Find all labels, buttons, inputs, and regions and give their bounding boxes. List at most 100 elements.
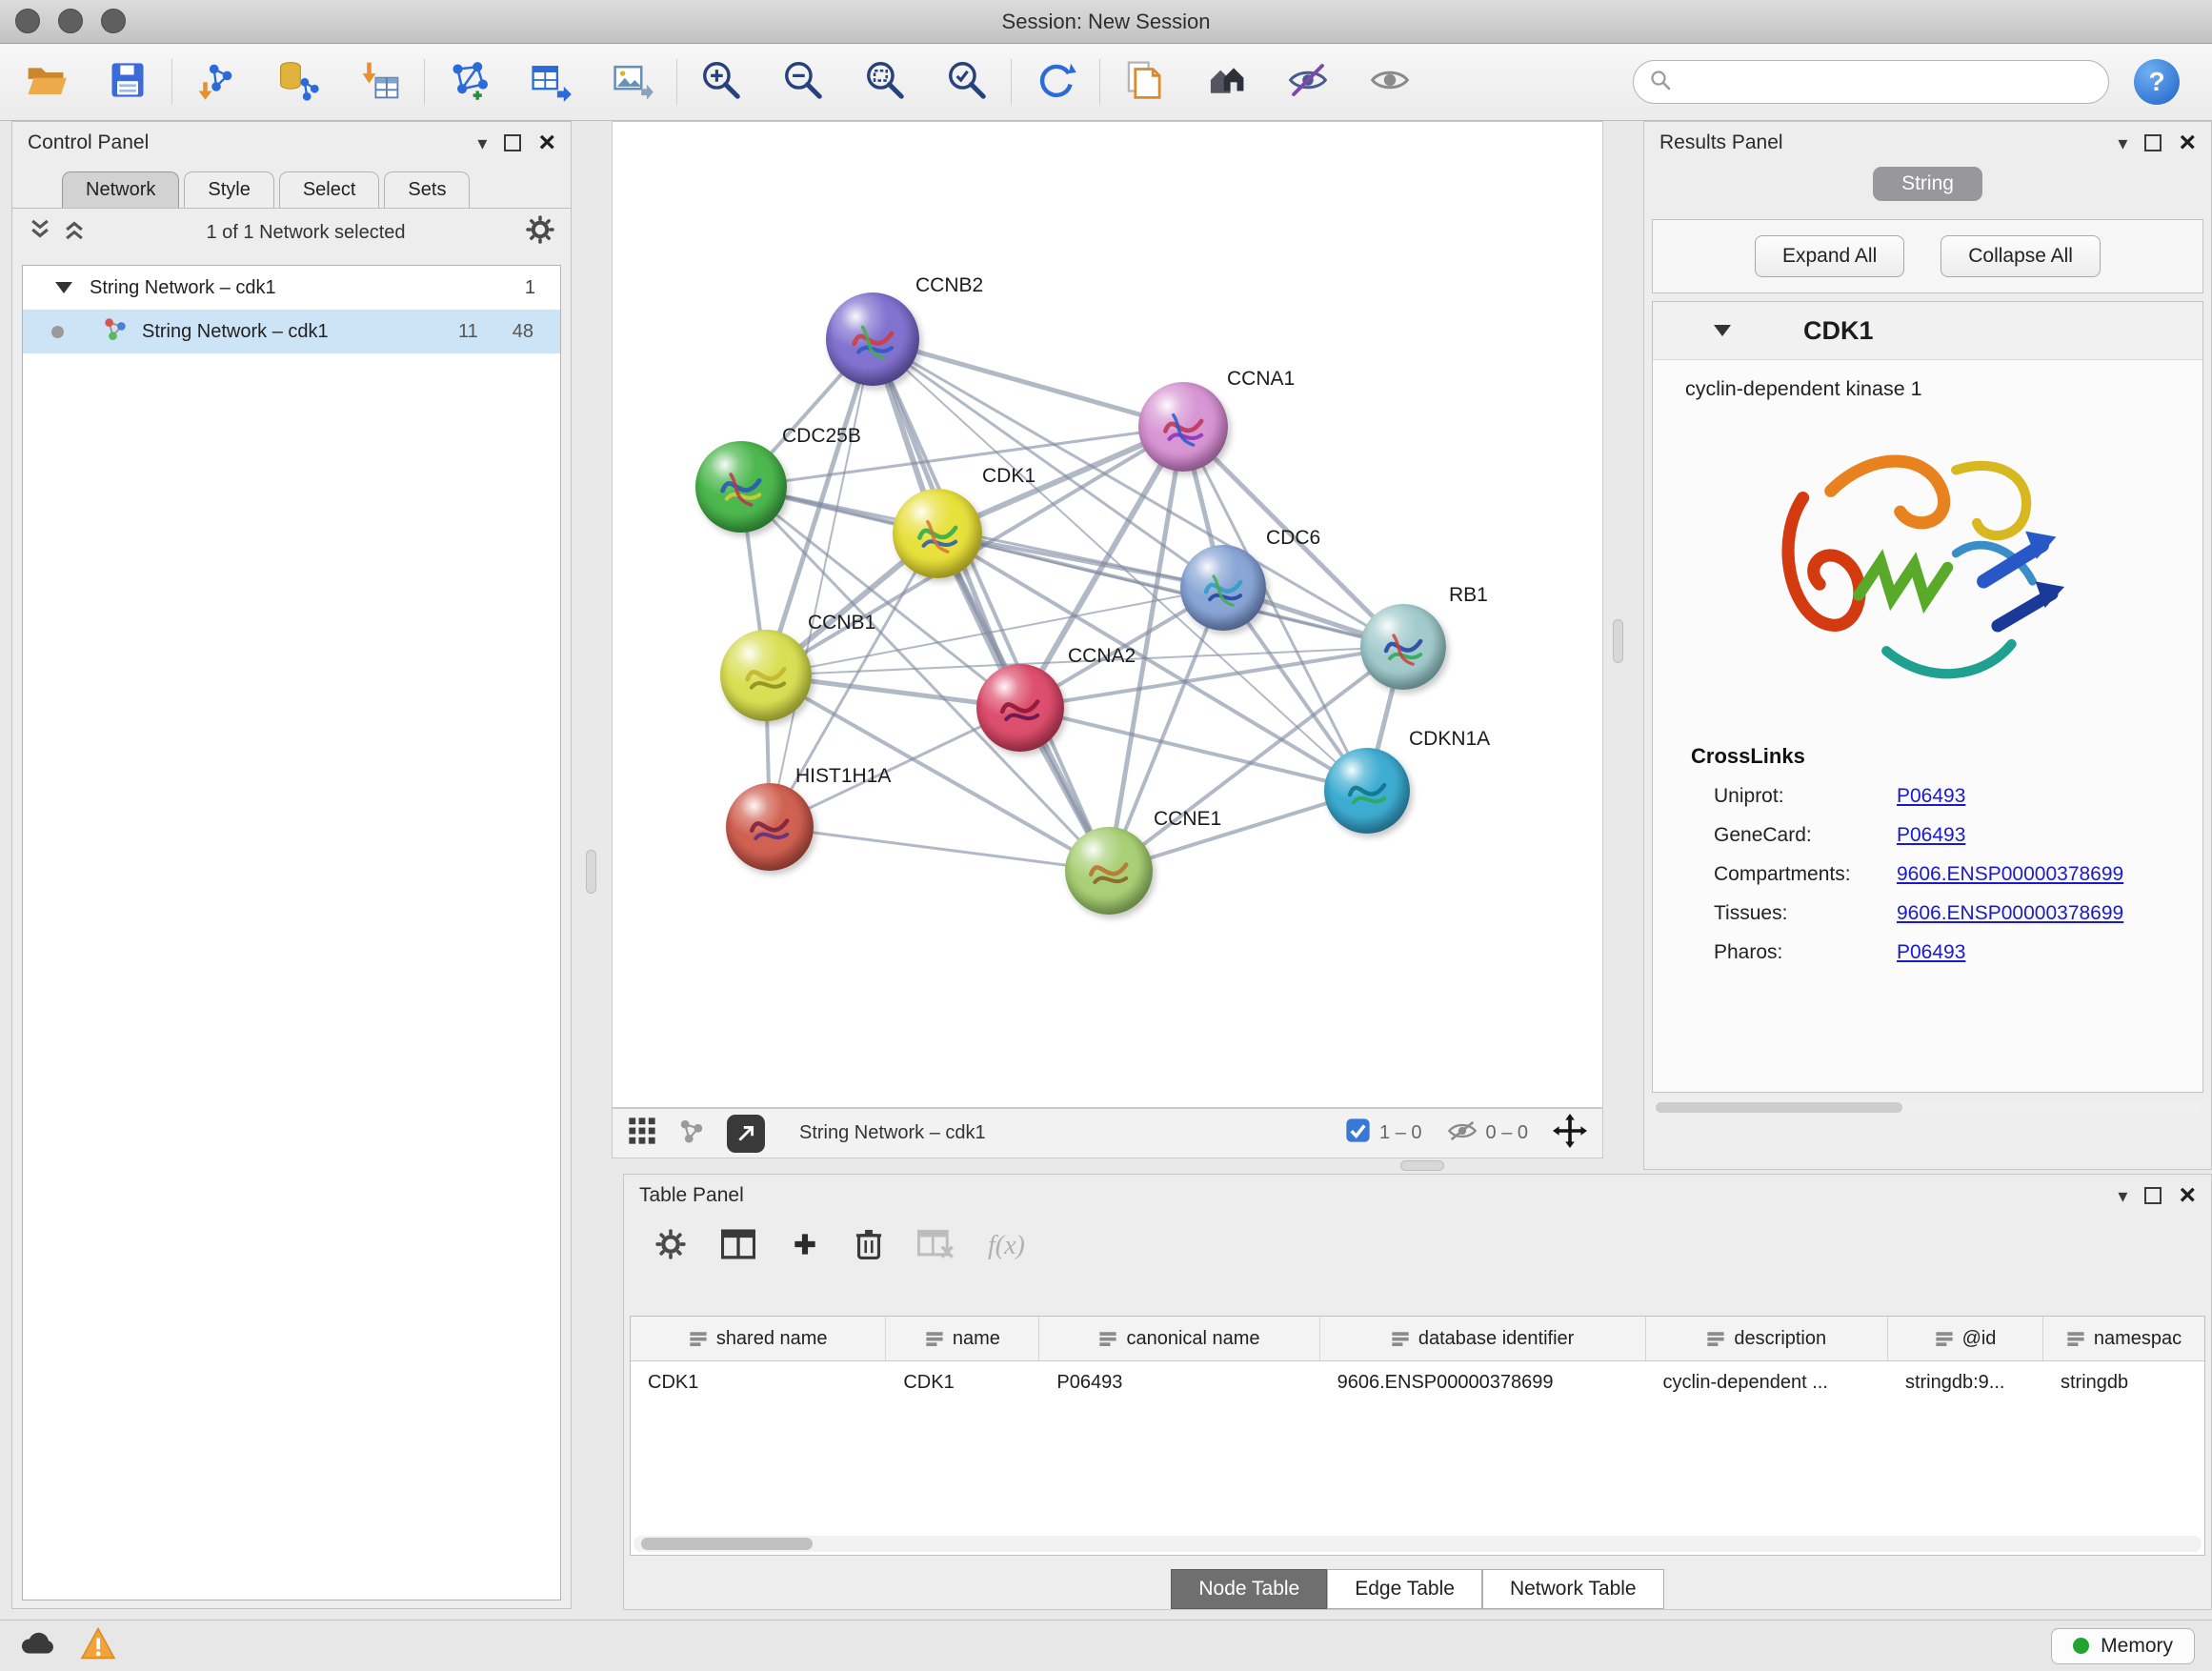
node-CDC25B[interactable] bbox=[695, 441, 787, 533]
column-header-name[interactable]: name bbox=[886, 1317, 1039, 1360]
panel-close-icon[interactable]: × bbox=[2179, 131, 2196, 154]
function-builder-icon[interactable]: f(x) bbox=[988, 1231, 1025, 1261]
hidden-eye-icon[interactable] bbox=[1447, 1119, 1478, 1148]
column-header-namespace[interactable]: namespac bbox=[2043, 1317, 2204, 1360]
birdseye-view-icon[interactable] bbox=[677, 1117, 706, 1151]
string-tab[interactable]: String bbox=[1873, 167, 1982, 201]
first-neighbors-button[interactable] bbox=[1199, 55, 1253, 109]
tab-network[interactable]: Network bbox=[62, 171, 179, 208]
protein-card-header[interactable]: CDK1 bbox=[1653, 302, 2202, 360]
import-network-database-button[interactable] bbox=[271, 55, 325, 109]
show-columns-icon[interactable] bbox=[721, 1228, 755, 1265]
left-splitter-handle[interactable] bbox=[586, 850, 596, 894]
panel-menu-icon[interactable]: ▾ bbox=[477, 131, 487, 155]
node-CCNB2[interactable] bbox=[826, 292, 919, 386]
network-canvas[interactable]: CCNB2CCNA1CDC25BCDK1CDC6RB1CCNB1CCNA2CDK… bbox=[612, 121, 1603, 1108]
cell-database-identifier[interactable]: 9606.ENSP00000378699 bbox=[1320, 1361, 1646, 1403]
crosslink-link[interactable]: P06493 bbox=[1897, 824, 1965, 847]
cell-id[interactable]: stringdb:9... bbox=[1888, 1361, 2043, 1403]
help-button[interactable]: ? bbox=[2134, 59, 2180, 105]
card-expander-icon[interactable] bbox=[1714, 325, 1731, 336]
network-row[interactable]: String Network – cdk1 11 48 bbox=[23, 310, 560, 353]
crosslink-link[interactable]: 9606.ENSP00000378699 bbox=[1897, 863, 2123, 886]
right-splitter-handle[interactable] bbox=[1613, 619, 1623, 663]
node-RB1[interactable] bbox=[1360, 604, 1446, 690]
node-CCNA2[interactable] bbox=[976, 664, 1064, 752]
network-collection-row[interactable]: String Network – cdk1 1 bbox=[23, 266, 560, 310]
table-horizontal-scrollbar[interactable] bbox=[633, 1536, 2202, 1552]
column-header-database-identifier[interactable]: database identifier bbox=[1320, 1317, 1646, 1360]
cell-description[interactable]: cyclin-dependent ... bbox=[1645, 1361, 1887, 1403]
new-network-button[interactable] bbox=[442, 55, 495, 109]
add-column-icon[interactable] bbox=[790, 1229, 820, 1264]
panel-float-icon[interactable] bbox=[2144, 1187, 2162, 1204]
cell-canonical-name[interactable]: P06493 bbox=[1039, 1361, 1319, 1403]
node-CDK1[interactable] bbox=[893, 489, 982, 578]
warning-icon[interactable] bbox=[80, 1627, 116, 1664]
open-session-button[interactable] bbox=[19, 55, 72, 109]
node-CCNA1[interactable] bbox=[1138, 382, 1228, 472]
zoom-in-button[interactable] bbox=[694, 55, 748, 109]
import-table-button[interactable] bbox=[353, 55, 407, 109]
table-options-gear-icon[interactable] bbox=[654, 1228, 687, 1265]
show-all-button[interactable] bbox=[1363, 55, 1417, 109]
expand-all-button[interactable]: Expand All bbox=[1755, 235, 1904, 277]
delete-table-icon[interactable] bbox=[917, 1228, 954, 1265]
crosslink-link[interactable]: 9606.ENSP00000378699 bbox=[1897, 902, 2123, 925]
network-from-table-button[interactable] bbox=[524, 55, 577, 109]
column-header-canonical-name[interactable]: canonical name bbox=[1039, 1317, 1319, 1360]
zoom-out-button[interactable] bbox=[776, 55, 830, 109]
memory-button[interactable]: Memory bbox=[2051, 1628, 2195, 1664]
node-HIST1H1A[interactable] bbox=[726, 783, 814, 871]
panel-float-icon[interactable] bbox=[504, 134, 521, 151]
tab-sets[interactable]: Sets bbox=[384, 171, 470, 208]
results-scrollbar-thumb[interactable] bbox=[1656, 1102, 1902, 1113]
grid-view-icon[interactable] bbox=[628, 1117, 656, 1151]
expand-all-icon[interactable] bbox=[62, 217, 87, 248]
tab-select[interactable]: Select bbox=[279, 171, 380, 208]
delete-column-icon[interactable] bbox=[855, 1228, 883, 1265]
node-CCNB1[interactable] bbox=[720, 630, 812, 721]
import-network-file-button[interactable] bbox=[190, 55, 243, 109]
table-scrollbar-thumb[interactable] bbox=[641, 1538, 813, 1550]
cell-name[interactable]: CDK1 bbox=[886, 1361, 1039, 1403]
pan-crosshair-icon[interactable] bbox=[1553, 1114, 1587, 1154]
table-row[interactable]: CDK1 CDK1 P06493 9606.ENSP00000378699 cy… bbox=[631, 1361, 2204, 1403]
zoom-selected-button[interactable] bbox=[940, 55, 994, 109]
column-header-description[interactable]: description bbox=[1646, 1317, 1888, 1360]
tab-node-table[interactable]: Node Table bbox=[1171, 1569, 1327, 1609]
collection-expander-icon[interactable] bbox=[55, 282, 72, 293]
node-CDKN1A[interactable] bbox=[1324, 748, 1410, 834]
crosslink-link[interactable]: P06493 bbox=[1897, 785, 1965, 808]
refresh-view-button[interactable] bbox=[1029, 55, 1082, 109]
save-session-button[interactable] bbox=[101, 55, 154, 109]
node-CCNE1[interactable] bbox=[1065, 827, 1153, 915]
copy-button[interactable] bbox=[1117, 55, 1171, 109]
tab-style[interactable]: Style bbox=[184, 171, 273, 208]
panel-close-icon[interactable]: × bbox=[538, 131, 555, 154]
search-field[interactable] bbox=[1633, 60, 2109, 104]
hide-selection-button[interactable] bbox=[1281, 55, 1335, 109]
cloud-icon[interactable] bbox=[17, 1628, 57, 1663]
horizontal-splitter-handle[interactable] bbox=[1400, 1160, 1444, 1171]
collapse-all-button[interactable]: Collapse All bbox=[1941, 235, 2101, 277]
column-header-id[interactable]: @id bbox=[1888, 1317, 2043, 1360]
tab-network-table[interactable]: Network Table bbox=[1482, 1569, 1664, 1609]
tab-edge-table[interactable]: Edge Table bbox=[1327, 1569, 1482, 1609]
panel-menu-icon[interactable]: ▾ bbox=[2118, 131, 2127, 155]
cell-namespace[interactable]: stringdb bbox=[2043, 1361, 2204, 1403]
results-scrollbar[interactable] bbox=[1654, 1101, 2202, 1114]
crosslink-link[interactable]: P06493 bbox=[1897, 941, 1965, 964]
open-in-new-window-button[interactable] bbox=[727, 1115, 765, 1153]
export-image-button[interactable] bbox=[606, 55, 659, 109]
checkbox-icon[interactable] bbox=[1345, 1117, 1371, 1149]
panel-menu-icon[interactable]: ▾ bbox=[2118, 1184, 2127, 1208]
panel-float-icon[interactable] bbox=[2144, 134, 2162, 151]
collapse-all-icon[interactable] bbox=[28, 217, 52, 248]
network-options-gear-icon[interactable] bbox=[525, 214, 555, 251]
cell-shared-name[interactable]: CDK1 bbox=[631, 1361, 886, 1403]
zoom-fit-button[interactable] bbox=[858, 55, 912, 109]
node-CDC6[interactable] bbox=[1180, 545, 1266, 631]
panel-close-icon[interactable]: × bbox=[2179, 1184, 2196, 1207]
column-header-shared-name[interactable]: shared name bbox=[631, 1317, 886, 1360]
